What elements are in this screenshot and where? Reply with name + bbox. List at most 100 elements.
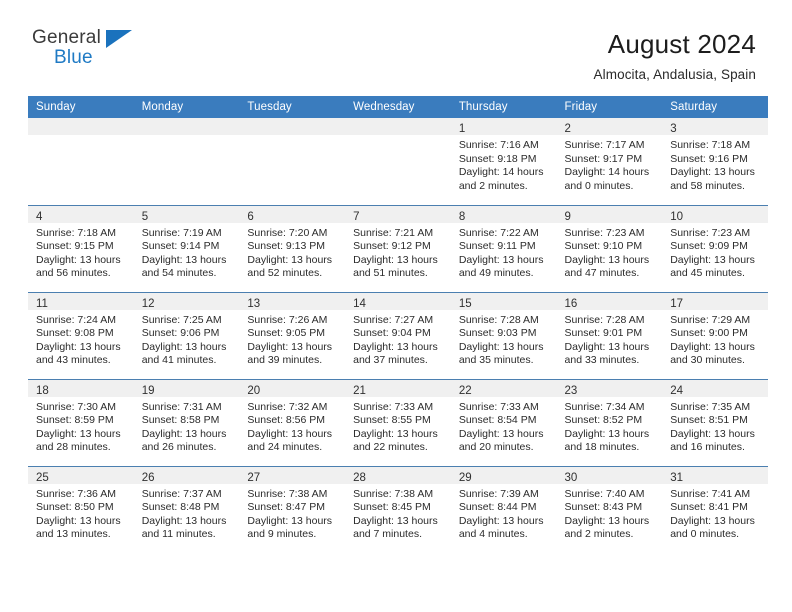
calendar-day-cell[interactable]: 6 Sunrise: 7:20 AM Sunset: 9:13 PM Daylight…: [239, 204, 346, 292]
weekday-header-tuesday: Tuesday: [239, 96, 346, 118]
sunset-text: Sunset: 9:12 PM: [353, 240, 431, 253]
day-details: [345, 135, 451, 139]
sunset-text: Sunset: 8:54 PM: [458, 414, 537, 427]
daylight-minutes-text: and 2 minutes.: [564, 528, 634, 541]
calendar-day-cell[interactable]: 23 Sunrise: 7:34 AM Sunset: 8:52 PM Dayligh…: [556, 378, 663, 466]
day-details: Sunrise: 7:38 AM Sunset: 8:45 PM Daylight:…: [345, 484, 451, 542]
calendar-day-cell[interactable]: 28 Sunrise: 7:38 AM Sunset: 8:45 PM Dayligh…: [345, 465, 451, 553]
sunrise-text: Sunrise: 7:28 AM: [564, 313, 645, 326]
daylight-minutes-text: and 30 minutes.: [670, 354, 745, 367]
day-details: Sunrise: 7:18 AM Sunset: 9:15 PM Daylight:…: [28, 223, 134, 281]
day-details: Sunrise: 7:24 AM Sunset: 9:08 PM Daylight:…: [28, 310, 134, 368]
sunrise-text: Sunrise: 7:38 AM: [353, 487, 434, 500]
sunset-text: Sunset: 9:06 PM: [141, 327, 220, 340]
day-details: Sunrise: 7:41 AM Sunset: 8:41 PM Daylight:…: [662, 484, 768, 542]
day-number-band: 26: [133, 466, 240, 484]
daylight-text: Daylight: 13 hours: [353, 514, 438, 527]
calendar-day-cell[interactable]: 12 Sunrise: 7:25 AM Sunset: 9:06 PM Dayligh…: [133, 291, 240, 379]
calendar-day-cell[interactable]: 2 Sunrise: 7:17 AM Sunset: 9:17 PM Daylight…: [556, 118, 663, 205]
sunrise-text: Sunrise: 7:41 AM: [670, 487, 751, 500]
day-details: Sunrise: 7:22 AM Sunset: 9:11 PM Daylight:…: [451, 223, 557, 281]
day-number: 31: [670, 471, 684, 484]
sunset-text: Sunset: 8:52 PM: [564, 414, 643, 427]
daylight-text: Daylight: 13 hours: [564, 340, 650, 353]
calendar-day-cell[interactable]: 25 Sunrise: 7:36 AM Sunset: 8:50 PM Dayligh…: [28, 465, 134, 553]
sunrise-text: Sunrise: 7:22 AM: [458, 226, 539, 239]
daylight-text: Daylight: 13 hours: [458, 514, 544, 527]
calendar-day-cell[interactable]: 18 Sunrise: 7:30 AM Sunset: 8:59 PM Dayligh…: [28, 378, 134, 466]
calendar-day-cell[interactable]: 3 Sunrise: 7:18 AM Sunset: 9:16 PM Daylight…: [662, 118, 768, 205]
day-number-band: 28: [345, 466, 451, 484]
sunset-text: Sunset: 9:11 PM: [458, 240, 536, 253]
daylight-text: Daylight: 13 hours: [247, 253, 333, 266]
calendar-day-cell[interactable]: 16 Sunrise: 7:28 AM Sunset: 9:01 PM Dayligh…: [556, 291, 663, 379]
calendar-day-cell[interactable]: 31 Sunrise: 7:41 AM Sunset: 8:41 PM Dayligh…: [662, 465, 768, 553]
sunset-text: Sunset: 9:09 PM: [670, 240, 748, 253]
daylight-minutes-text: and 52 minutes.: [247, 267, 323, 280]
day-number: 23: [564, 384, 578, 397]
calendar-day-cell[interactable]: 9 Sunrise: 7:23 AM Sunset: 9:10 PM Daylight…: [556, 204, 663, 292]
daylight-text: Daylight: 13 hours: [670, 166, 755, 179]
calendar-day-cell[interactable]: 29 Sunrise: 7:39 AM Sunset: 8:44 PM Dayligh…: [450, 465, 557, 553]
calendar-day-cell[interactable]: 1 Sunrise: 7:16 AM Sunset: 9:18 PM Daylight…: [450, 118, 557, 205]
sunrise-text: Sunrise: 7:36 AM: [36, 487, 116, 500]
sunset-text: Sunset: 8:45 PM: [353, 501, 431, 514]
daylight-text: Daylight: 13 hours: [670, 253, 755, 266]
calendar-day-cell[interactable]: 22 Sunrise: 7:33 AM Sunset: 8:54 PM Dayligh…: [450, 378, 557, 466]
daylight-text: Daylight: 13 hours: [670, 340, 755, 353]
calendar-day-cell[interactable]: 7 Sunrise: 7:21 AM Sunset: 9:12 PM Daylight…: [345, 204, 451, 292]
calendar-day-cell[interactable]: 15 Sunrise: 7:28 AM Sunset: 9:03 PM Dayligh…: [450, 291, 557, 379]
day-number-band: 15: [450, 292, 557, 310]
calendar-day-cell[interactable]: 19 Sunrise: 7:31 AM Sunset: 8:58 PM Dayligh…: [133, 378, 240, 466]
calendar-day-cell[interactable]: 11 Sunrise: 7:24 AM Sunset: 9:08 PM Dayligh…: [28, 291, 134, 379]
sunset-text: Sunset: 9:18 PM: [458, 152, 537, 165]
calendar-day-cell[interactable]: 10 Sunrise: 7:23 AM Sunset: 9:09 PM Dayligh…: [662, 204, 768, 292]
day-details: [239, 135, 345, 139]
calendar-day-cell[interactable]: 13 Sunrise: 7:26 AM Sunset: 9:05 PM Dayligh…: [239, 291, 346, 379]
day-details: Sunrise: 7:31 AM Sunset: 8:58 PM Daylight:…: [134, 397, 240, 455]
daylight-minutes-text: and 28 minutes.: [36, 441, 111, 454]
calendar-day-cell[interactable]: 17 Sunrise: 7:29 AM Sunset: 9:00 PM Dayligh…: [662, 291, 768, 379]
day-number-band: [133, 118, 240, 135]
day-number: 19: [141, 384, 155, 397]
daylight-minutes-text: and 7 minutes.: [353, 528, 422, 541]
calendar-day-cell[interactable]: 21 Sunrise: 7:33 AM Sunset: 8:55 PM Dayligh…: [345, 378, 451, 466]
day-details: Sunrise: 7:34 AM Sunset: 8:52 PM Daylight:…: [557, 397, 663, 455]
day-number: 3: [670, 123, 677, 135]
sunrise-text: Sunrise: 7:32 AM: [247, 400, 328, 413]
calendar-day-cell[interactable]: 14 Sunrise: 7:27 AM Sunset: 9:04 PM Dayligh…: [345, 291, 451, 379]
sunrise-text: Sunrise: 7:23 AM: [564, 226, 645, 239]
calendar-day-cell[interactable]: 27 Sunrise: 7:38 AM Sunset: 8:47 PM Dayligh…: [239, 465, 346, 553]
day-number-band: 12: [133, 292, 240, 310]
sunset-text: Sunset: 9:05 PM: [247, 327, 326, 340]
calendar-day-cell[interactable]: 24 Sunrise: 7:35 AM Sunset: 8:51 PM Dayligh…: [662, 378, 768, 466]
daylight-minutes-text: and 24 minutes.: [247, 441, 323, 454]
day-details: Sunrise: 7:20 AM Sunset: 9:13 PM Daylight:…: [239, 223, 345, 281]
day-number: 15: [458, 297, 472, 310]
calendar-day-cell[interactable]: 20 Sunrise: 7:32 AM Sunset: 8:56 PM Dayligh…: [239, 378, 346, 466]
weekday-header-monday: Monday: [133, 96, 240, 118]
sunset-text: Sunset: 8:41 PM: [670, 501, 748, 514]
sunrise-text: Sunrise: 7:35 AM: [670, 400, 751, 413]
day-number: 4: [36, 210, 43, 223]
day-number: 14: [353, 297, 366, 310]
calendar-day-cell[interactable]: 8 Sunrise: 7:22 AM Sunset: 9:11 PM Daylight…: [450, 204, 557, 292]
logo-text-general: General: [32, 27, 101, 48]
calendar-day-cell[interactable]: 26 Sunrise: 7:37 AM Sunset: 8:48 PM Dayligh…: [133, 465, 240, 553]
daylight-text: Daylight: 14 hours: [458, 166, 544, 179]
daylight-minutes-text: and 11 minutes.: [141, 528, 216, 541]
weekday-header-row: Sunday Monday Tuesday Wednesday Thursday Frid…: [28, 96, 768, 118]
sunrise-text: Sunrise: 7:38 AM: [247, 487, 328, 500]
sunset-text: Sunset: 8:50 PM: [36, 501, 114, 514]
calendar-week-row: 18 Sunrise: 7:30 AM Sunset: 8:59 PM Dayligh…: [28, 378, 768, 466]
day-number: 8: [458, 210, 466, 223]
calendar-day-cell[interactable]: 4 Sunrise: 7:18 AM Sunset: 9:15 PM Daylight…: [28, 204, 134, 292]
calendar-day-cell[interactable]: 30 Sunrise: 7:40 AM Sunset: 8:43 PM Dayligh…: [556, 465, 663, 553]
day-number: 11: [36, 297, 48, 310]
calendar-day-cell[interactable]: 5 Sunrise: 7:19 AM Sunset: 9:14 PM Daylight…: [133, 204, 240, 292]
daylight-minutes-text: and 18 minutes.: [564, 441, 640, 454]
day-details: Sunrise: 7:36 AM Sunset: 8:50 PM Daylight:…: [28, 484, 134, 542]
sunset-text: Sunset: 8:59 PM: [36, 414, 114, 427]
day-details: Sunrise: 7:33 AM Sunset: 8:55 PM Daylight:…: [345, 397, 451, 455]
sunset-text: Sunset: 8:44 PM: [458, 501, 537, 514]
